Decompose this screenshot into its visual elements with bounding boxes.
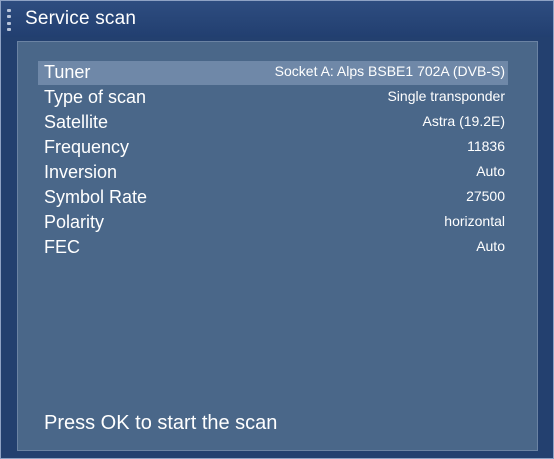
setting-row-polarity[interactable]: Polarity horizontal <box>38 211 508 235</box>
setting-row-frequency[interactable]: Frequency 11836 <box>38 136 508 160</box>
setting-value: Astra (19.2E) <box>422 113 505 129</box>
setting-label: Polarity <box>44 212 105 232</box>
setting-label: Satellite <box>44 112 109 132</box>
settings-panel: Tuner Socket A: Alps BSBE1 702A (DVB-S) … <box>17 41 538 451</box>
setting-label: Tuner <box>44 62 91 82</box>
setting-value: Single transponder <box>387 88 505 104</box>
setting-row-tuner[interactable]: Tuner Socket A: Alps BSBE1 702A (DVB-S) <box>38 61 508 85</box>
setting-value: 27500 <box>466 188 505 204</box>
setting-value: Auto <box>476 163 505 179</box>
setting-row-inversion[interactable]: Inversion Auto <box>38 161 508 185</box>
setting-row-satellite[interactable]: Satellite Astra (19.2E) <box>38 111 508 135</box>
setting-label: Symbol Rate <box>44 187 148 207</box>
grip-icon <box>7 9 13 31</box>
setting-value: 11836 <box>467 138 505 154</box>
title-bar: Service scan <box>1 1 553 37</box>
setting-label: FEC <box>44 237 80 257</box>
start-scan-hint: Press OK to start the scan <box>44 412 278 434</box>
service-scan-window: Service scan Tuner Socket A: Alps BSBE1 … <box>0 0 554 459</box>
setting-value: Auto <box>476 238 505 254</box>
window-title: Service scan <box>25 8 137 29</box>
setting-row-fec[interactable]: FEC Auto <box>38 236 508 260</box>
setting-row-type-of-scan[interactable]: Type of scan Single transponder <box>38 86 508 110</box>
setting-value: horizontal <box>444 213 505 229</box>
setting-row-symbol-rate[interactable]: Symbol Rate 27500 <box>38 186 508 210</box>
setting-label: Frequency <box>44 137 130 157</box>
setting-label: Type of scan <box>44 87 147 107</box>
setting-label: Inversion <box>44 162 118 182</box>
setting-value: Socket A: Alps BSBE1 702A (DVB-S) <box>274 63 505 79</box>
